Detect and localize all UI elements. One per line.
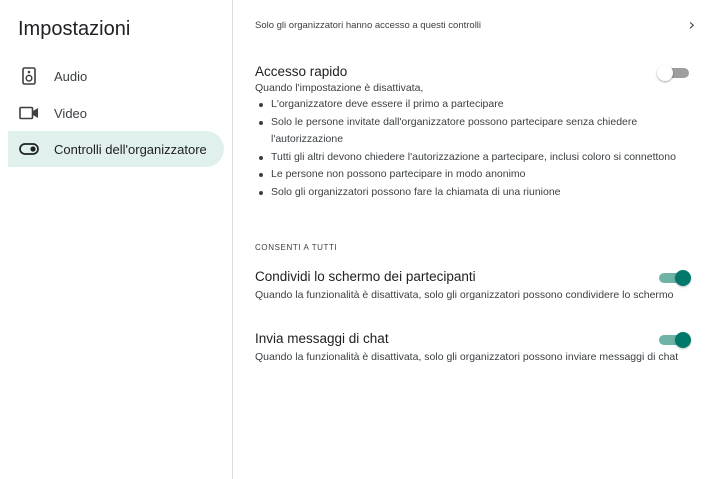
list-item: L'organizzatore deve essere il primo a p… bbox=[255, 96, 705, 114]
host-controls-panel: Solo gli organizzatori hanno accesso a q… bbox=[233, 0, 708, 479]
allow-all-section-label: CONSENTI A TUTTI bbox=[255, 243, 338, 252]
list-item: Le persone non possono partecipare in mo… bbox=[255, 166, 705, 184]
chevron-right-icon: › bbox=[688, 15, 695, 34]
organizer-notice: Solo gli organizzatori hanno accesso a q… bbox=[255, 19, 482, 31]
share-screen-toggle[interactable] bbox=[657, 269, 691, 287]
settings-sidebar: Impostazioni Audio Video Controlli dell'… bbox=[0, 0, 232, 479]
chat-toggle[interactable] bbox=[657, 331, 691, 349]
toggle-thumb bbox=[657, 65, 673, 81]
settings-title: Impostazioni bbox=[18, 18, 131, 40]
speaker-icon bbox=[18, 65, 40, 87]
quick-access-title: Accesso rapido bbox=[255, 64, 348, 79]
quick-access-description: Quando l'impostazione è disattivata, bbox=[255, 82, 424, 94]
toggle-icon bbox=[18, 138, 40, 160]
chat-description: Quando la funzionalità è disattivata, so… bbox=[255, 351, 679, 363]
list-item: Solo le persone invitate dall'organizzat… bbox=[255, 114, 705, 149]
chat-title: Invia messaggi di chat bbox=[255, 331, 389, 346]
sidebar-item-video[interactable]: Video bbox=[8, 95, 224, 131]
sidebar-item-label: Controlli dell'organizzatore bbox=[54, 141, 207, 157]
quick-access-rules: L'organizzatore deve essere il primo a p… bbox=[255, 96, 705, 201]
share-screen-title: Condividi lo schermo dei partecipanti bbox=[255, 269, 476, 284]
toggle-thumb bbox=[675, 270, 691, 286]
organizer-notice-row[interactable]: Solo gli organizzatori hanno accesso a q… bbox=[255, 16, 695, 34]
sidebar-item-label: Video bbox=[54, 105, 88, 121]
videocam-icon bbox=[18, 102, 40, 124]
sidebar-item-label: Audio bbox=[54, 68, 88, 84]
share-screen-description: Quando la funzionalità è disattivata, so… bbox=[255, 289, 674, 301]
list-item: Solo gli organizzatori possono fare la c… bbox=[255, 184, 705, 202]
quick-access-toggle[interactable] bbox=[657, 64, 691, 82]
sidebar-item-audio[interactable]: Audio bbox=[8, 58, 224, 94]
list-item: Tutti gli altri devono chiedere l'autori… bbox=[255, 149, 705, 167]
toggle-thumb bbox=[675, 332, 691, 348]
sidebar-item-host-controls[interactable]: Controlli dell'organizzatore bbox=[8, 131, 224, 167]
